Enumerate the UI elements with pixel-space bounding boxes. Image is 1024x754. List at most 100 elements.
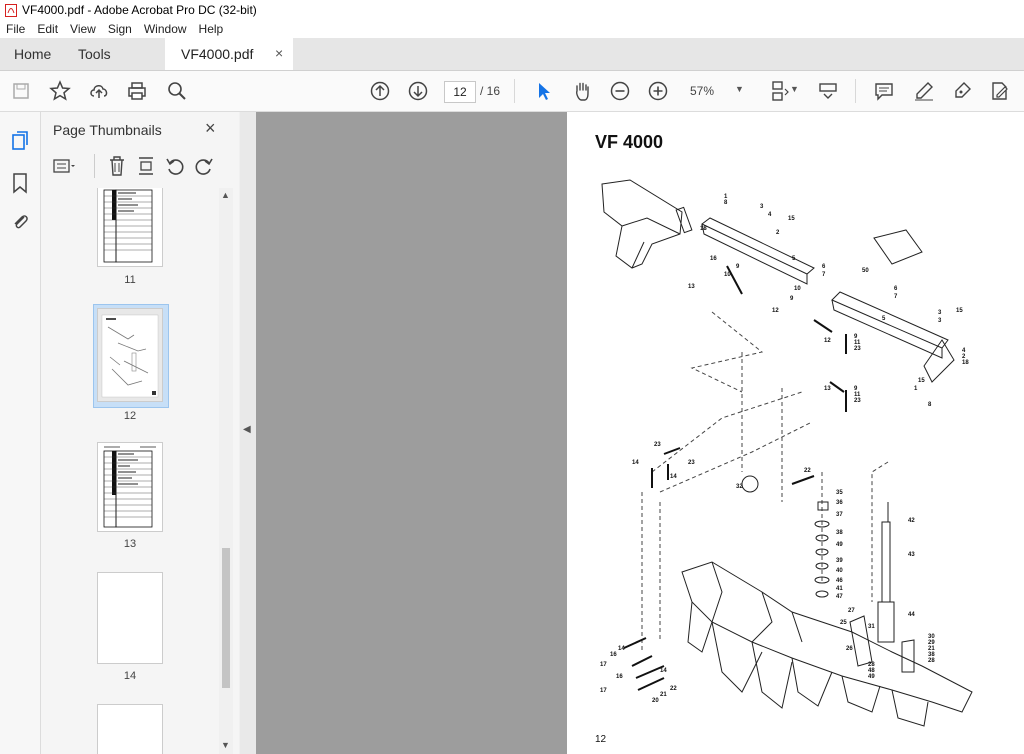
cloud-upload-icon <box>90 85 108 98</box>
title-bar: VF4000.pdf - Adobe Acrobat Pro DC (32-bi… <box>0 0 1024 21</box>
zoom-out-button[interactable] <box>607 78 633 104</box>
options-menu-icon[interactable] <box>53 158 75 176</box>
tab-document[interactable]: VF4000.pdf × <box>165 38 293 70</box>
sign-button[interactable] <box>949 78 975 104</box>
scroll-mode-button[interactable] <box>815 78 841 104</box>
svg-text:28: 28 <box>928 658 935 664</box>
bookmark-icon[interactable] <box>11 172 29 194</box>
thumbnail-label: 13 <box>123 538 137 550</box>
upload-button[interactable] <box>86 78 112 104</box>
select-tool-button[interactable] <box>531 78 557 104</box>
menu-bar: File Edit View Sign Window Help <box>0 21 1024 38</box>
page-number-input[interactable]: 12 <box>444 81 476 103</box>
scroll-up-icon[interactable]: ▲ <box>221 190 230 200</box>
document-tab-label: VF4000.pdf <box>181 46 254 62</box>
hand-tool-button[interactable] <box>569 78 595 104</box>
zoom-in-button[interactable] <box>645 78 671 104</box>
svg-text:17: 17 <box>600 662 607 668</box>
thumbnail-scrollbar[interactable]: ▲ ▼ <box>219 188 233 754</box>
main-toolbar: 12 / 16 57% ▼ ▼ <box>0 71 1024 112</box>
page-heading: VF 4000 <box>595 132 664 152</box>
svg-text:2: 2 <box>776 230 780 236</box>
scrollbar-thumb[interactable] <box>222 548 230 688</box>
keyboard-scroll-icon <box>819 83 837 99</box>
panel-collapse-handle[interactable]: ◀ <box>240 112 256 754</box>
svg-text:7: 7 <box>822 272 826 278</box>
next-page-button[interactable] <box>405 78 431 104</box>
svg-text:15: 15 <box>788 216 795 222</box>
tab-bar: Home Tools VF4000.pdf × <box>0 38 1024 71</box>
comment-button[interactable] <box>871 78 897 104</box>
bookmark-star-button[interactable] <box>47 78 73 104</box>
menu-window[interactable]: Window <box>138 21 193 38</box>
zoom-level[interactable]: 57% <box>690 84 714 98</box>
svg-text:22: 22 <box>804 468 811 474</box>
svg-text:41: 41 <box>836 586 843 592</box>
document-view[interactable]: VF 4000 12 1 8 3 4 15 2 18 16 5 6 7 9 10… <box>256 112 1024 754</box>
svg-text:15: 15 <box>918 378 925 384</box>
pdf-file-icon <box>5 4 17 17</box>
export-pdf-button[interactable] <box>987 78 1013 104</box>
left-rail <box>0 112 41 754</box>
page-thumbnails-icon[interactable] <box>10 130 30 152</box>
svg-text:38: 38 <box>836 530 843 536</box>
thumbnail-page-13[interactable] <box>97 442 163 532</box>
thumbnail-page-12[interactable] <box>97 308 163 402</box>
highlight-button[interactable] <box>911 78 937 104</box>
attachment-icon[interactable] <box>10 210 30 232</box>
thumbnail-page-14[interactable] <box>97 572 163 664</box>
save-icon <box>13 83 29 99</box>
thumbnail-page-15[interactable] <box>97 704 163 754</box>
close-panel-button[interactable]: × <box>205 118 216 139</box>
minus-circle-icon <box>610 81 630 101</box>
menu-view[interactable]: View <box>64 21 102 38</box>
svg-text:49: 49 <box>868 674 875 680</box>
thumbnail-label: 11 <box>124 274 136 286</box>
thumbnail-label: 14 <box>123 670 137 682</box>
find-button[interactable] <box>164 78 190 104</box>
previous-page-button[interactable] <box>367 78 393 104</box>
page-display-dropdown[interactable]: ▼ <box>790 84 799 94</box>
svg-text:9: 9 <box>790 296 794 302</box>
tab-tools[interactable]: Tools <box>78 46 111 62</box>
edit-document-icon <box>992 82 1008 100</box>
page-display-button[interactable] <box>766 78 792 104</box>
rotate-clockwise-icon[interactable] <box>193 155 215 177</box>
svg-text:44: 44 <box>908 612 915 618</box>
menu-sign[interactable]: Sign <box>102 21 138 38</box>
thumbnail-image <box>98 309 162 401</box>
tab-home[interactable]: Home <box>14 46 51 62</box>
svg-text:3: 3 <box>938 318 942 324</box>
print-button[interactable] <box>124 78 150 104</box>
svg-text:15: 15 <box>956 308 963 314</box>
star-icon <box>49 80 71 101</box>
svg-text:3: 3 <box>938 310 942 316</box>
save-button[interactable] <box>8 78 34 104</box>
svg-text:7: 7 <box>894 294 898 300</box>
svg-text:31: 31 <box>868 624 875 630</box>
svg-text:20: 20 <box>652 698 659 704</box>
svg-text:49: 49 <box>836 542 843 548</box>
chevron-left-icon: ◀ <box>243 424 251 435</box>
svg-text:12: 12 <box>824 338 831 344</box>
svg-text:16: 16 <box>616 674 623 680</box>
svg-text:47: 47 <box>836 594 843 600</box>
toolbar-divider <box>514 79 515 103</box>
insert-page-icon[interactable] <box>136 155 156 177</box>
svg-text:14: 14 <box>632 460 639 466</box>
svg-text:6: 6 <box>894 286 898 292</box>
close-tab-button[interactable]: × <box>275 45 283 61</box>
menu-file[interactable]: File <box>0 21 31 38</box>
scroll-down-icon[interactable]: ▼ <box>221 740 230 750</box>
svg-text:22: 22 <box>670 686 677 692</box>
svg-text:8: 8 <box>724 200 728 206</box>
menu-help[interactable]: Help <box>193 21 230 38</box>
svg-text:5: 5 <box>882 316 886 322</box>
svg-text:3: 3 <box>760 204 764 210</box>
menu-edit[interactable]: Edit <box>31 21 64 38</box>
trash-icon[interactable] <box>107 155 127 177</box>
rotate-counterclockwise-icon[interactable] <box>164 155 186 177</box>
panel-divider <box>94 154 95 178</box>
thumbnail-page-11[interactable] <box>97 188 163 267</box>
zoom-dropdown-arrow[interactable]: ▼ <box>735 84 744 94</box>
